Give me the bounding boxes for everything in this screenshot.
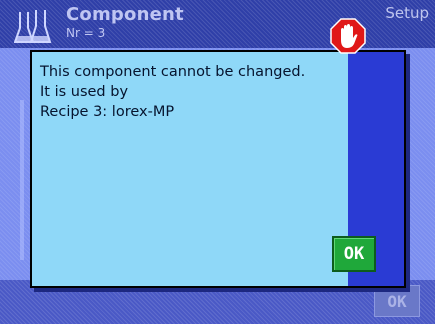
stop-hand-icon [330,18,366,54]
message-line: This component cannot be changed. [40,64,306,80]
title-bar: Component Nr = 3 Setup [0,0,435,48]
message-line: It is used by [40,84,129,100]
background-strip [20,100,24,260]
message-line: Recipe 3: lorex-MP [40,104,175,120]
screen: Component Nr = 3 Setup OK This component… [0,0,435,324]
page-title: Component [66,4,184,25]
dialog-message-area: This component cannot be changed. It is … [32,52,348,286]
setup-label: Setup [385,4,429,22]
flasks-icon [14,10,52,43]
component-number: Nr = 3 [66,26,106,40]
ok-button[interactable]: OK [332,236,376,272]
